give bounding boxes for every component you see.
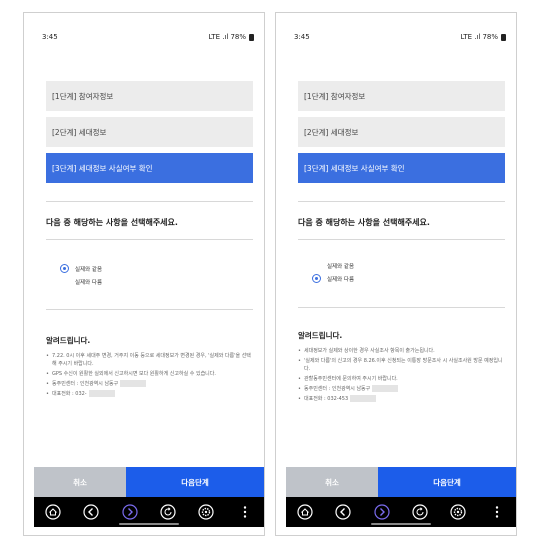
option-same-label: 실제와 같음	[75, 266, 103, 273]
redacted-block	[372, 385, 399, 392]
question-text: 다음 중 해당하는 사항을 선택해주세요.	[298, 218, 430, 227]
back-icon[interactable]	[83, 504, 100, 520]
divider	[46, 201, 253, 202]
option-different[interactable]: 실제와 다름	[60, 277, 102, 286]
notice-section: 알려드립니다. 7.22. 0시 이후 세대주 변경, 거주지 이동 등으로 세…	[46, 335, 253, 400]
option-different-label: 실제와 다름	[75, 279, 103, 286]
step-2[interactable]: [2단계] 세대정보	[46, 117, 253, 147]
settings-icon[interactable]	[198, 504, 215, 520]
refresh-icon[interactable]	[412, 504, 428, 520]
cancel-button[interactable]: 취소	[286, 467, 378, 497]
status-time: 3:45	[294, 33, 310, 41]
home-icon[interactable]	[297, 504, 313, 520]
cancel-button[interactable]: 취소	[34, 467, 126, 497]
divider	[46, 309, 253, 310]
option-same[interactable]: 실제와 같음	[312, 261, 354, 270]
battery-level: 78%	[482, 33, 498, 41]
battery-icon	[501, 33, 506, 41]
back-icon[interactable]	[335, 504, 352, 520]
option-same[interactable]: 실제와 같음	[60, 264, 102, 273]
step-list: [1단계] 참여자정보 [2단계] 세대정보 [3단계] 세대정보 사실여부 확…	[46, 81, 253, 189]
option-same-label: 실제와 같음	[327, 263, 355, 270]
redacted-block	[350, 395, 377, 402]
notice-title: 알려드립니다.	[298, 331, 343, 340]
notice-item: 대표전화 : 032-453	[298, 395, 505, 403]
forward-icon[interactable]	[374, 504, 390, 520]
notice-item: 동주민센터 : 인천광역시 남동구	[46, 380, 253, 388]
more-icon[interactable]	[489, 504, 505, 520]
battery-level: 78%	[230, 33, 246, 41]
home-indicator	[119, 523, 179, 525]
notice-item: '실제와 다름'의 신고의 경우 8.26.이후 신청되는 이통장 방문조사 시…	[298, 357, 505, 373]
divider	[298, 201, 505, 202]
divider	[298, 307, 505, 308]
phone-screen: 3:45 LTE .ıl 78% [1단계] 참여자정보 [2단계] 세대정보 …	[34, 27, 264, 527]
radio-same[interactable]	[60, 264, 69, 273]
settings-icon[interactable]	[450, 504, 467, 520]
forward-icon[interactable]	[122, 504, 138, 520]
refresh-icon[interactable]	[160, 504, 176, 520]
step-1[interactable]: [1단계] 참여자정보	[298, 81, 505, 111]
more-icon[interactable]	[237, 504, 253, 520]
home-indicator	[371, 523, 431, 525]
next-step-button[interactable]: 다음단계	[378, 467, 516, 497]
signal-icon: LTE .ıl	[208, 33, 229, 41]
option-different[interactable]: 실제와 다름	[312, 274, 354, 283]
radio-different[interactable]	[312, 274, 321, 283]
redacted-block	[120, 380, 147, 387]
action-buttons: 취소 다음단계	[286, 467, 516, 497]
divider	[298, 239, 505, 240]
notice-item: 관할동주민센터에 문의하여 주시기 바랍니다.	[298, 375, 505, 383]
screenshot-frame-left: 3:45 LTE .ıl 78% [1단계] 참여자정보 [2단계] 세대정보 …	[23, 12, 265, 536]
phone-screen: 3:45 LTE .ıl 78% [1단계] 참여자정보 [2단계] 세대정보 …	[286, 27, 516, 527]
question-text: 다음 중 해당하는 사항을 선택해주세요.	[46, 218, 178, 227]
notice-item: 7.22. 0시 이후 세대주 변경, 거주지 이동 등으로 세대정보가 변경된…	[46, 352, 253, 368]
divider	[46, 239, 253, 240]
screenshot-frame-right: 3:45 LTE .ıl 78% [1단계] 참여자정보 [2단계] 세대정보 …	[275, 12, 517, 536]
status-bar: 3:45 LTE .ıl 78%	[286, 27, 516, 47]
redacted-block	[88, 390, 115, 397]
action-buttons: 취소 다음단계	[34, 467, 264, 497]
notice-item: 세대정보가 실제와 상이한 경우 사실조사 항목이 출가는됩니다.	[298, 347, 505, 355]
notice-title: 알려드립니다.	[46, 336, 91, 345]
status-bar: 3:45 LTE .ıl 78%	[34, 27, 264, 47]
battery-icon	[249, 33, 254, 41]
notice-item: GPS 수신이 원활한 실외에서 신고하시면 보다 원활하게 신고하실 수 있습…	[46, 370, 253, 378]
step-3[interactable]: [3단계] 세대정보 사실여부 확인	[46, 153, 253, 183]
step-list: [1단계] 참여자정보 [2단계] 세대정보 [3단계] 세대정보 사실여부 확…	[298, 81, 505, 189]
notice-item: 대표전화 : 032-	[46, 390, 253, 398]
option-different-label: 실제와 다름	[327, 276, 355, 283]
step-3[interactable]: [3단계] 세대정보 사실여부 확인	[298, 153, 505, 183]
home-icon[interactable]	[45, 504, 61, 520]
notice-section: 알려드립니다. 세대정보가 실제와 상이한 경우 사실조사 항목이 출가는됩니다…	[298, 330, 505, 405]
step-2[interactable]: [2단계] 세대정보	[298, 117, 505, 147]
step-1[interactable]: [1단계] 참여자정보	[46, 81, 253, 111]
signal-icon: LTE .ıl	[460, 33, 481, 41]
next-step-button[interactable]: 다음단계	[126, 467, 264, 497]
status-time: 3:45	[42, 33, 58, 41]
notice-item: 동주민센터 : 인천광역시 남동구	[298, 385, 505, 393]
